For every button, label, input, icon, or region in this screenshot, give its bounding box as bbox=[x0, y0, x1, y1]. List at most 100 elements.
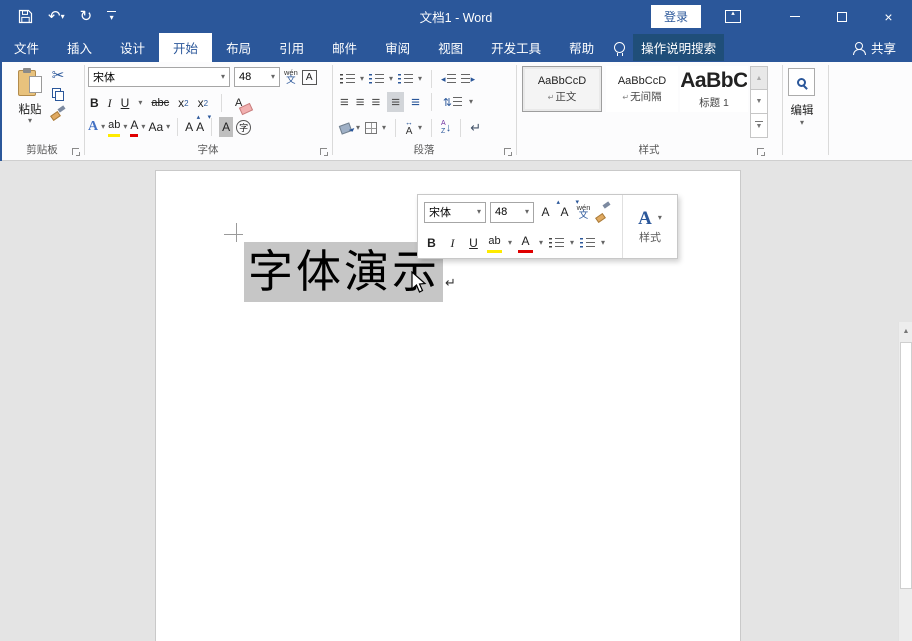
line-spacing-caret-icon[interactable]: ▾ bbox=[469, 98, 473, 106]
character-scaling-caret-icon[interactable]: ▾ bbox=[418, 124, 422, 132]
tab-layout[interactable]: 布局 bbox=[212, 33, 265, 62]
tab-file[interactable]: 文件 bbox=[0, 33, 53, 62]
close-button[interactable]: × bbox=[865, 0, 912, 33]
numbering-button[interactable] bbox=[369, 73, 384, 85]
font-name-caret-icon[interactable]: ▾ bbox=[221, 73, 225, 81]
edit-group-button-label[interactable]: 编辑 bbox=[782, 102, 822, 118]
maximize-button[interactable] bbox=[818, 0, 865, 33]
style-card-heading1[interactable]: AaBbC 标题 1 bbox=[680, 66, 748, 112]
font-size-combo[interactable]: 48 ▾ bbox=[234, 67, 280, 87]
mini-shrink-font-button[interactable]: A▾ bbox=[557, 202, 572, 222]
underline-caret-icon[interactable]: ▾ bbox=[138, 99, 142, 107]
paste-dropdown-caret-icon[interactable]: ▾ bbox=[28, 117, 32, 125]
strikethrough-button[interactable]: abc bbox=[151, 93, 169, 113]
increase-indent-button[interactable]: ▸ bbox=[461, 69, 476, 89]
styles-gallery-more-button[interactable]: ▼ bbox=[750, 114, 768, 138]
cut-button[interactable]: ✂ bbox=[52, 68, 65, 83]
underline-button[interactable]: U bbox=[121, 93, 130, 113]
character-border-button[interactable]: A bbox=[302, 70, 317, 85]
mini-styles-caret-icon[interactable]: ▾ bbox=[658, 214, 662, 222]
styles-dialog-launcher[interactable] bbox=[757, 148, 764, 155]
bullets-button[interactable] bbox=[340, 73, 355, 85]
grow-font-button[interactable]: A▴ bbox=[185, 117, 193, 137]
justify-button[interactable]: ≡ bbox=[387, 92, 404, 112]
mini-numbering-caret-icon[interactable]: ▾ bbox=[601, 239, 605, 247]
customize-quick-access-button[interactable]: ▾ bbox=[107, 11, 116, 22]
change-case-button[interactable]: Aa bbox=[148, 117, 163, 137]
mini-highlight-caret-icon[interactable]: ▾ bbox=[508, 239, 512, 247]
multilevel-caret-icon[interactable]: ▾ bbox=[418, 75, 422, 83]
multilevel-list-button[interactable] bbox=[398, 73, 413, 85]
enclose-characters-button[interactable]: 字 bbox=[236, 120, 251, 135]
format-painter-button[interactable] bbox=[50, 106, 66, 120]
borders-button[interactable] bbox=[365, 118, 377, 138]
text-effects-caret-icon[interactable]: ▾ bbox=[101, 123, 105, 131]
font-color-caret-icon[interactable]: ▾ bbox=[141, 123, 145, 131]
scrollbar-up-button[interactable]: ▲ bbox=[899, 323, 912, 340]
styles-scroll-up-button[interactable]: ▲ bbox=[750, 66, 768, 90]
vertical-scrollbar[interactable]: ▲ ▼ bbox=[898, 322, 912, 641]
tab-developer[interactable]: 开发工具 bbox=[477, 33, 555, 62]
font-dialog-launcher[interactable] bbox=[320, 148, 327, 155]
tell-me-search[interactable]: 操作说明搜索 bbox=[614, 33, 724, 62]
find-button[interactable] bbox=[788, 68, 815, 96]
tab-references[interactable]: 引用 bbox=[265, 33, 318, 62]
minimize-button[interactable] bbox=[771, 0, 818, 33]
share-button[interactable]: 共享 bbox=[853, 33, 912, 62]
tab-help[interactable]: 帮助 bbox=[555, 33, 608, 62]
save-button[interactable] bbox=[18, 9, 33, 24]
copy-button[interactable] bbox=[52, 88, 64, 101]
mini-numbering-button[interactable] bbox=[580, 237, 595, 249]
clipboard-dialog-launcher[interactable] bbox=[72, 148, 79, 155]
highlight-caret-icon[interactable]: ▾ bbox=[123, 123, 127, 131]
change-case-caret-icon[interactable]: ▾ bbox=[166, 123, 170, 131]
shrink-font-button[interactable]: A▾ bbox=[196, 117, 204, 137]
mini-bullets-caret-icon[interactable]: ▾ bbox=[570, 239, 574, 247]
style-card-normal[interactable]: AaBbCcD ↵正文 bbox=[522, 66, 602, 112]
text-effects-button[interactable]: A bbox=[88, 117, 98, 137]
mini-highlight-button[interactable]: ab bbox=[487, 233, 502, 253]
superscript-button[interactable]: x2 bbox=[198, 93, 208, 113]
mini-grow-font-button[interactable]: A▴ bbox=[538, 202, 553, 222]
mini-font-color-caret-icon[interactable]: ▾ bbox=[539, 239, 543, 247]
bold-button[interactable]: B bbox=[90, 93, 99, 113]
undo-dropdown-caret-icon[interactable]: ▾ bbox=[61, 13, 65, 21]
tell-me-label[interactable]: 操作说明搜索 bbox=[633, 34, 724, 61]
edit-caret-icon[interactable]: ▾ bbox=[782, 118, 822, 127]
mini-font-size-caret-icon[interactable]: ▾ bbox=[525, 208, 529, 216]
distributed-button[interactable]: ≡ bbox=[411, 92, 420, 112]
borders-caret-icon[interactable]: ▾ bbox=[382, 124, 386, 132]
clear-formatting-button[interactable]: A bbox=[235, 93, 246, 113]
mini-format-painter-button[interactable] bbox=[595, 202, 611, 222]
styles-scroll-down-button[interactable]: ▼ bbox=[750, 90, 768, 114]
scrollbar-thumb[interactable] bbox=[900, 342, 912, 589]
subscript-button[interactable]: x2 bbox=[178, 93, 188, 113]
tab-design[interactable]: 设计 bbox=[106, 33, 159, 62]
tab-insert[interactable]: 插入 bbox=[53, 33, 106, 62]
align-right-button[interactable]: ≡ bbox=[372, 92, 381, 112]
shading-button[interactable] bbox=[340, 118, 351, 138]
mini-underline-button[interactable]: U bbox=[466, 233, 481, 253]
phonetic-guide-button[interactable]: wén 文 bbox=[284, 67, 298, 87]
font-size-caret-icon[interactable]: ▾ bbox=[271, 73, 275, 81]
paragraph-dialog-launcher[interactable] bbox=[504, 148, 511, 155]
shading-caret-icon[interactable]: ▾ bbox=[356, 124, 360, 132]
tab-home[interactable]: 开始 bbox=[159, 33, 212, 62]
undo-button[interactable]: ↶ ▾ bbox=[48, 9, 65, 24]
redo-button[interactable]: ↻ bbox=[80, 9, 93, 24]
mini-font-name-caret-icon[interactable]: ▾ bbox=[477, 208, 481, 216]
style-card-no-spacing[interactable]: AaBbCcD ↵无间隔 bbox=[606, 66, 678, 112]
numbering-caret-icon[interactable]: ▾ bbox=[389, 75, 393, 83]
align-left-button[interactable]: ≡ bbox=[340, 92, 349, 112]
mini-font-color-button[interactable]: A bbox=[518, 233, 533, 253]
text-highlight-button[interactable]: ab bbox=[108, 117, 120, 137]
ribbon-display-options-button[interactable]: ▴ bbox=[725, 10, 741, 23]
bullets-caret-icon[interactable]: ▾ bbox=[360, 75, 364, 83]
mini-styles-button[interactable]: A ▾ 样式 bbox=[622, 195, 677, 258]
tab-mailings[interactable]: 邮件 bbox=[318, 33, 371, 62]
tab-view[interactable]: 视图 bbox=[424, 33, 477, 62]
sort-button[interactable]: AZ ↓ bbox=[441, 118, 451, 138]
italic-button[interactable]: I bbox=[108, 93, 112, 113]
align-center-button[interactable]: ≡ bbox=[356, 92, 365, 112]
mini-font-name-combo[interactable]: 宋体 ▾ bbox=[424, 202, 486, 223]
